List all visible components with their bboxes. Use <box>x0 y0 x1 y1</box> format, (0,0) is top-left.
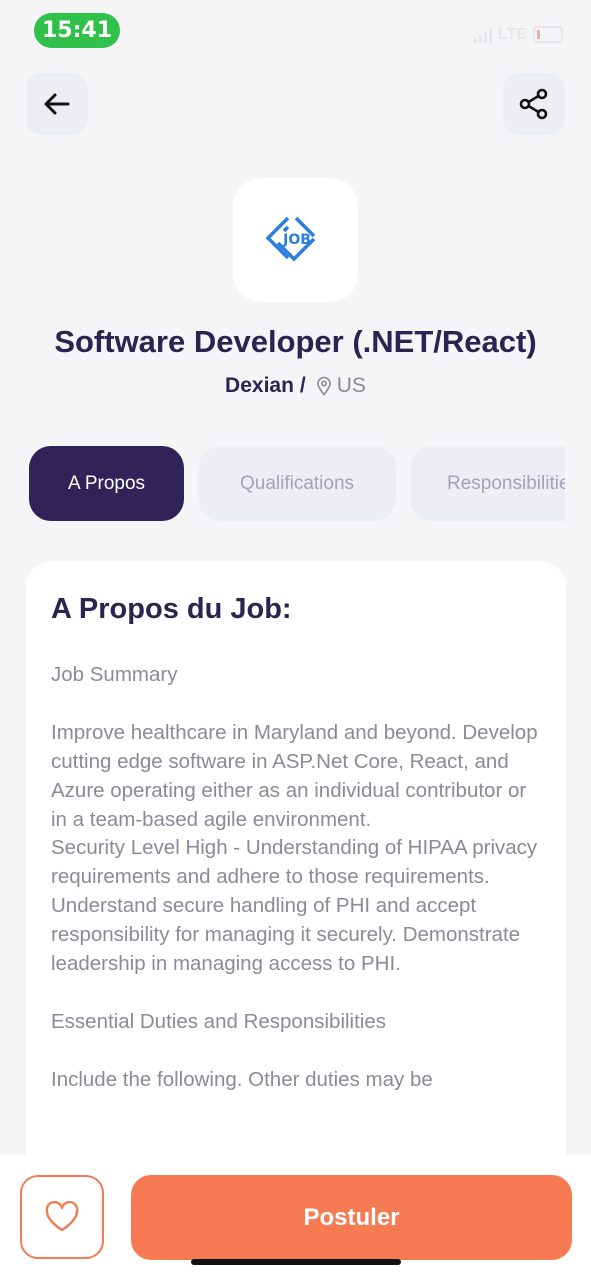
apply-button[interactable]: Postuler <box>131 1175 572 1260</box>
company-line: Dexian / US <box>0 371 591 401</box>
favorite-button[interactable] <box>20 1175 104 1259</box>
company-separator: / <box>299 374 306 397</box>
job-location: US <box>336 374 366 397</box>
bottom-action-bar: Postuler <box>0 1155 591 1280</box>
tab-qualifications[interactable]: Qualifications <box>198 446 396 521</box>
location-pin-icon <box>316 376 332 396</box>
about-body: Job Summary Improve healthcare in Maryla… <box>51 661 546 1123</box>
about-heading: A Propos du Job: <box>51 593 292 625</box>
about-card: A Propos du Job: Job Summary Improve hea… <box>26 561 566 1201</box>
company-logo: JOB <box>233 178 358 302</box>
share-button[interactable] <box>503 73 565 135</box>
about-paragraph: Include the following. Other duties may … <box>51 1067 433 1091</box>
home-indicator <box>191 1259 401 1265</box>
company-name: Dexian <box>225 374 294 397</box>
about-paragraph: Security Level High - Understanding of H… <box>51 836 538 976</box>
battery-icon <box>533 26 563 43</box>
arrow-left-icon <box>44 93 70 115</box>
share-icon <box>519 88 548 120</box>
heart-icon <box>45 1201 79 1232</box>
about-paragraph: Improve healthcare in Maryland and beyon… <box>51 720 538 831</box>
status-time: 15:41 <box>34 13 120 48</box>
logo-text: JOB <box>282 232 311 248</box>
back-button[interactable] <box>26 73 88 135</box>
about-paragraph: Essential Duties and Responsibilities <box>51 1009 387 1033</box>
about-paragraph: Job Summary <box>51 663 178 686</box>
tab-responsibilities[interactable]: Responsibilities <box>410 446 565 521</box>
status-indicators: LTE <box>473 26 563 43</box>
status-bar: 15:41 LTE <box>0 0 591 60</box>
signal-icon <box>473 27 492 43</box>
tab-a-propos[interactable]: A Propos <box>29 446 184 521</box>
tab-bar: A Propos Qualifications Responsibilities <box>29 446 565 521</box>
network-label: LTE <box>497 26 527 43</box>
job-title: Software Developer (.NET/React) <box>54 324 537 359</box>
job-logo-icon: JOB <box>265 216 315 262</box>
